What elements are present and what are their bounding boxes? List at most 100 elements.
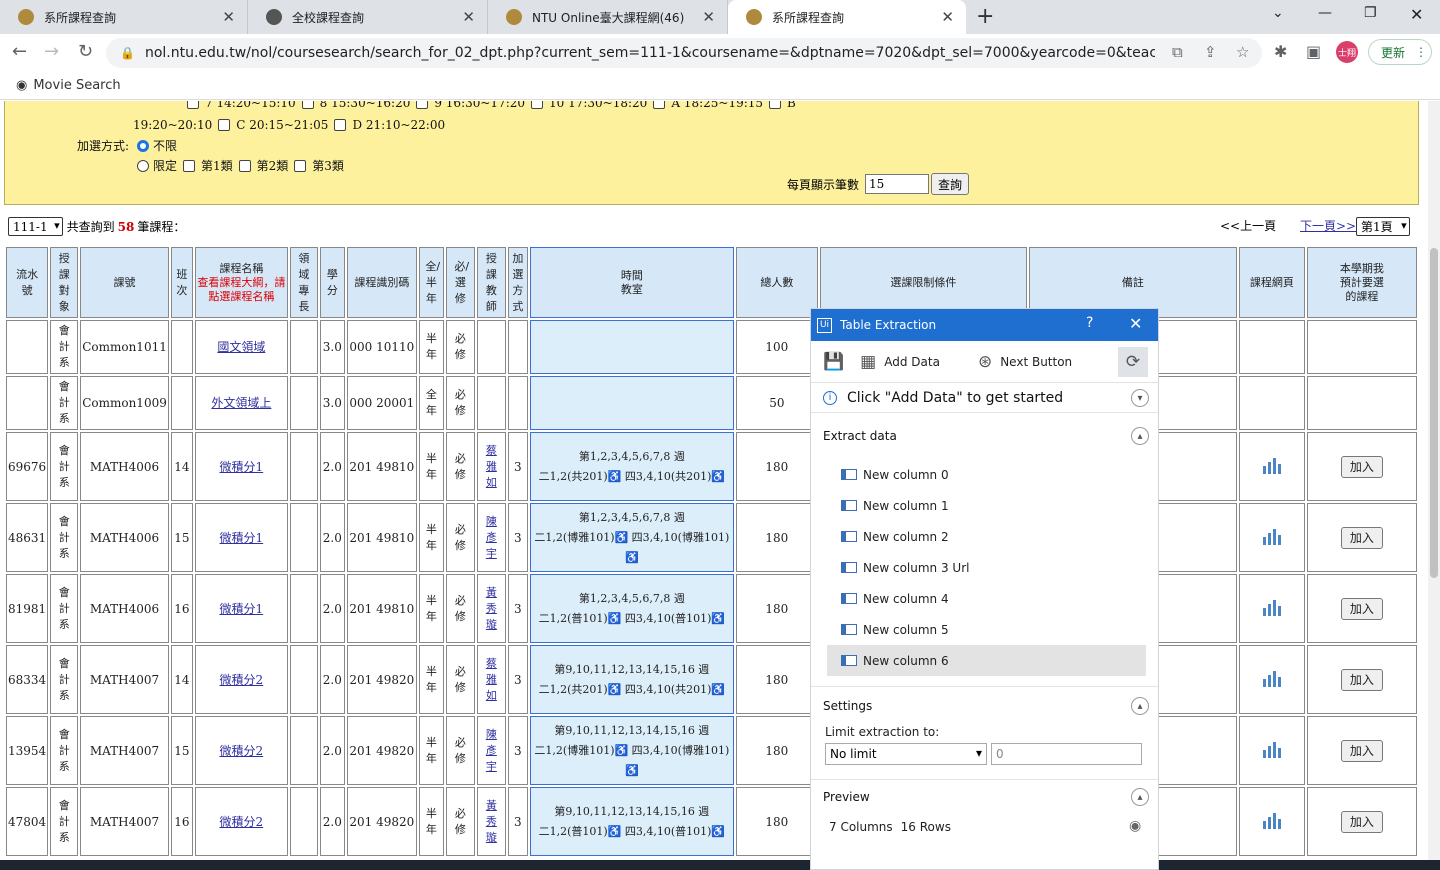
add-course-button[interactable]: 加入 [1340, 597, 1383, 620]
radio-limited[interactable] [137, 159, 149, 172]
tab-2[interactable]: 全校課程查詢 ✕ [248, 0, 488, 34]
close-tab-icon[interactable]: ✕ [462, 8, 475, 26]
forward-icon[interactable]: → [44, 41, 59, 62]
cell-plan: 加入 [1306, 645, 1417, 714]
per-page-input[interactable]: 15 [865, 174, 930, 194]
add-course-button[interactable]: 加入 [1340, 668, 1383, 691]
checkbox[interactable] [238, 159, 251, 172]
update-button[interactable]: 更新 ⋮ [1368, 39, 1432, 65]
checkbox[interactable] [769, 101, 782, 109]
help-icon[interactable]: ? [1086, 315, 1093, 331]
limit-number-input[interactable]: 0 [991, 743, 1142, 765]
teacher-link: 蔡雅如 [485, 656, 497, 702]
checkbox[interactable] [187, 101, 199, 109]
column-item[interactable]: New column 3 Url [811, 552, 1158, 583]
filter-form: 7 14:20~15:10 8 15:30~16:20 9 16:30~17:2… [4, 101, 1419, 205]
page-scrollbar[interactable] [1428, 101, 1440, 870]
checkbox[interactable] [301, 101, 314, 109]
course-name-link[interactable]: 微積分1 [220, 531, 264, 545]
taskbar [0, 860, 1440, 870]
side-panel-icon[interactable]: ▣ [1306, 42, 1321, 61]
checkbox[interactable] [531, 101, 544, 109]
course-name-link[interactable]: 國文領域 [217, 340, 265, 354]
course-name-link[interactable]: 微積分2 [220, 815, 264, 829]
scroll-thumb[interactable] [1430, 248, 1438, 578]
course-web-icon[interactable] [1262, 456, 1281, 474]
cell-credit: 2.0 [319, 432, 345, 501]
tab-4-active[interactable]: 系所課程查詢 ✕ [728, 0, 966, 34]
add-course-button[interactable]: 加入 [1340, 810, 1383, 833]
cell-field [289, 320, 318, 374]
close-tab-icon[interactable]: ✕ [941, 8, 954, 26]
course-web-icon[interactable] [1262, 669, 1281, 687]
chevron-up-icon[interactable]: ▴ [1131, 427, 1149, 445]
add-data-button[interactable]: ▦ Add Data [860, 352, 940, 372]
save-button[interactable]: 💾 [823, 352, 852, 372]
back-icon[interactable]: ← [12, 41, 27, 62]
course-name-link[interactable]: 微積分2 [220, 744, 264, 758]
minimize-icon[interactable]: — [1318, 5, 1332, 21]
target-text: 會計系 [58, 443, 70, 489]
cell-field [289, 645, 318, 714]
course-web-icon[interactable] [1262, 740, 1281, 758]
checkbox[interactable] [218, 119, 231, 131]
course-name-link[interactable]: 外文領域上 [211, 396, 271, 410]
next-page-link[interactable]: 下一頁>> [1300, 217, 1356, 234]
profile-avatar[interactable]: 士翔 [1336, 41, 1358, 63]
close-window-icon[interactable]: ✕ [1410, 5, 1423, 24]
query-button[interactable]: 查詢 [931, 173, 970, 195]
course-name-link[interactable]: 微積分2 [220, 673, 264, 687]
tab-search-icon[interactable]: ⌄ [1272, 5, 1284, 21]
cell-course-name: 微積分2 [194, 787, 288, 856]
checkbox[interactable] [183, 159, 196, 172]
page-select[interactable]: 第1頁 [1356, 217, 1410, 236]
course-web-icon[interactable] [1262, 598, 1281, 616]
extensions-icon[interactable]: ✱ [1274, 42, 1287, 61]
chevron-up-icon[interactable]: ▴ [1131, 697, 1149, 715]
address-bar[interactable]: 🔒 nol.ntu.edu.tw/nol/coursesearch/search… [106, 38, 1262, 68]
course-name-link[interactable]: 微積分1 [220, 460, 264, 474]
add-course-button[interactable]: 加入 [1340, 739, 1383, 762]
column-item[interactable]: New column 6 [827, 645, 1146, 676]
add-course-button[interactable]: 加入 [1340, 455, 1383, 478]
chevron-down-icon[interactable]: ▾ [1131, 389, 1149, 407]
limit-dropdown[interactable]: No limit [825, 743, 987, 765]
checkbox[interactable] [294, 159, 307, 172]
radio-unlimited[interactable] [137, 139, 150, 152]
column-item[interactable]: New column 1 [811, 490, 1158, 521]
next-button-button[interactable]: ⊛ Next Button [978, 352, 1072, 372]
star-icon[interactable]: ☆ [1236, 43, 1249, 61]
new-tab-icon[interactable]: + [976, 4, 994, 29]
cell-required: 必修 [445, 432, 475, 501]
course-name-link[interactable]: 微積分1 [220, 602, 264, 616]
checkbox[interactable] [334, 119, 347, 131]
cell-target: 會計系 [50, 503, 79, 572]
refresh-icon[interactable]: ⟳ [1118, 347, 1148, 377]
checkbox[interactable] [416, 101, 429, 109]
semester-select[interactable]: 111-1 [8, 217, 63, 236]
column-item[interactable]: New column 5 [811, 614, 1158, 645]
course-web-icon[interactable] [1262, 527, 1281, 545]
share-icon[interactable]: ⇪ [1204, 43, 1217, 61]
column-item[interactable]: New column 0 [811, 459, 1158, 490]
course-web-icon[interactable] [1262, 811, 1281, 829]
cell-time-room [529, 376, 734, 430]
eye-icon[interactable]: ◉ [1129, 818, 1141, 834]
bookmark-movie-search[interactable]: Movie Search [33, 78, 120, 93]
close-icon[interactable]: ✕ [1129, 314, 1142, 333]
tab-3[interactable]: NTU Online臺大課程網(46) ✕ [488, 0, 728, 34]
close-tab-icon[interactable]: ✕ [222, 8, 235, 26]
checkbox[interactable] [653, 101, 666, 109]
cell-total: 180 [735, 716, 818, 785]
restore-icon[interactable]: ❐ [1364, 5, 1377, 21]
cell-plan: 加入 [1306, 574, 1417, 643]
tab-1[interactable]: 系所課程查詢 ✕ [0, 0, 248, 34]
prev-page-link[interactable]: <<上一頁 [1220, 217, 1276, 234]
blocked-popup-icon[interactable]: ⧉ [1172, 43, 1183, 61]
add-course-button[interactable]: 加入 [1340, 526, 1383, 549]
chevron-up-icon[interactable]: ▴ [1131, 788, 1149, 806]
reload-icon[interactable]: ↻ [78, 41, 93, 62]
column-item[interactable]: New column 4 [811, 583, 1158, 614]
column-item[interactable]: New column 2 [811, 521, 1158, 552]
close-tab-icon[interactable]: ✕ [702, 8, 715, 26]
